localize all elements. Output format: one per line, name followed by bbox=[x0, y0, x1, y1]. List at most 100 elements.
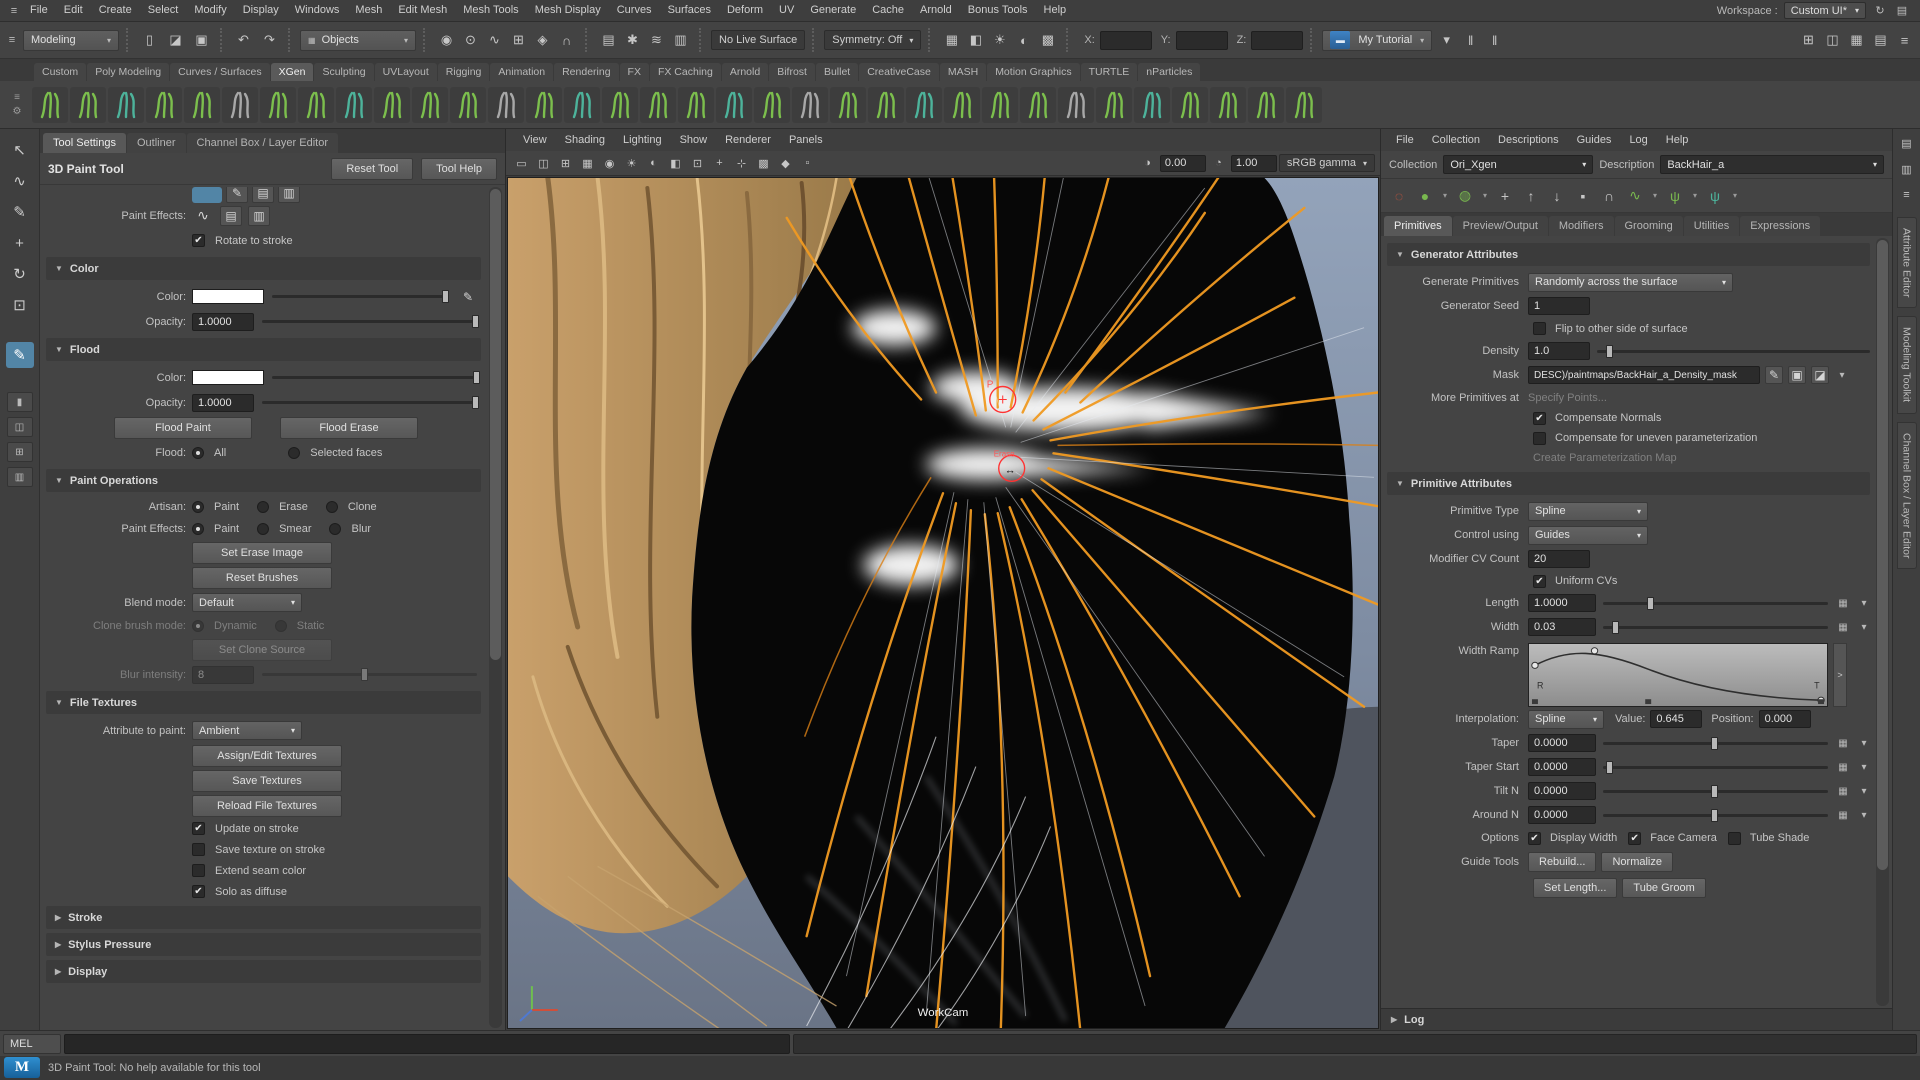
menu-item[interactable]: UV bbox=[771, 0, 802, 21]
shelf-icon[interactable] bbox=[412, 87, 448, 123]
menu-item[interactable]: Deform bbox=[719, 0, 771, 21]
control-using-dropdown[interactable]: Guides ▾ bbox=[1528, 526, 1648, 545]
gamma-icon[interactable]: ◔ bbox=[1208, 153, 1229, 173]
viewport-toolbar-icon[interactable]: ⊞ bbox=[555, 153, 576, 173]
interpolation-dropdown[interactable]: Spline ▾ bbox=[1528, 710, 1604, 729]
paint-effects-tube-icon[interactable]: ▥ bbox=[248, 206, 270, 226]
xgen-menu-item[interactable]: Collection bbox=[1423, 134, 1489, 146]
viewport-menu-item[interactable]: Show bbox=[671, 134, 717, 146]
shelf-icon[interactable] bbox=[1210, 87, 1246, 123]
mask-save-icon[interactable]: ▣ bbox=[1788, 366, 1806, 384]
sidebar-icon[interactable]: ≡ bbox=[1896, 185, 1918, 205]
xgen-menu-item[interactable]: Help bbox=[1657, 134, 1698, 146]
transport-icon[interactable]: ‖ bbox=[1459, 29, 1482, 51]
shelf-tab[interactable]: Rigging bbox=[438, 63, 490, 81]
menu-item[interactable]: Mesh Display bbox=[527, 0, 609, 21]
ramp-expand-button[interactable]: > bbox=[1833, 643, 1847, 707]
set-length-button[interactable]: Set Length... bbox=[1533, 878, 1617, 898]
tool-settings-scrollbar[interactable] bbox=[489, 187, 502, 1028]
menu-item[interactable]: Bonus Tools bbox=[960, 0, 1036, 21]
menu-set-selector[interactable]: Modeling ▾ bbox=[23, 30, 119, 51]
blur-intensity-slider[interactable] bbox=[260, 667, 479, 682]
viewport-menu-item[interactable]: Lighting bbox=[614, 134, 671, 146]
viewport-menu-item[interactable]: Panels bbox=[780, 134, 832, 146]
ramp-position-input[interactable]: 0.000 bbox=[1759, 710, 1811, 728]
primitive-attributes-header[interactable]: ▼ Primitive Attributes bbox=[1387, 472, 1870, 495]
shelf-tab[interactable]: FX bbox=[620, 63, 649, 81]
artisan-clone-radio[interactable] bbox=[326, 501, 338, 513]
shelf-icon[interactable] bbox=[70, 87, 106, 123]
shelf-icon[interactable] bbox=[1058, 87, 1094, 123]
shelf-tab[interactable]: Bullet bbox=[816, 63, 858, 81]
shelf-icon[interactable] bbox=[1020, 87, 1056, 123]
flood-opacity-slider[interactable] bbox=[260, 395, 479, 410]
left-panel-tab[interactable]: Channel Box / Layer Editor bbox=[187, 133, 338, 153]
shelf-icon[interactable] bbox=[1096, 87, 1132, 123]
generator-attributes-header[interactable]: ▼ Generator Attributes bbox=[1387, 243, 1870, 266]
tilt-n-slider[interactable] bbox=[1601, 784, 1830, 799]
xgen-tab[interactable]: Grooming bbox=[1615, 216, 1683, 236]
menu-item[interactable]: Windows bbox=[287, 0, 348, 21]
paint-effects-texture-icon[interactable]: ▤ bbox=[220, 206, 242, 226]
xgen-toolbar-icon[interactable]: ψ bbox=[1703, 184, 1727, 208]
menu-item[interactable]: Display bbox=[235, 0, 287, 21]
tube-shade-checkbox[interactable] bbox=[1728, 832, 1741, 845]
xgen-menu-item[interactable]: Descriptions bbox=[1489, 134, 1568, 146]
snap-icon[interactable]: ⊙ bbox=[459, 29, 482, 51]
blur-intensity-input[interactable]: 8 bbox=[192, 666, 254, 684]
map-icon[interactable]: ▦ bbox=[1835, 759, 1851, 775]
scale-tool-icon[interactable]: ⊡ bbox=[6, 292, 34, 318]
right-sidebar-vertical-tab[interactable]: Channel Box / Layer Editor bbox=[1897, 422, 1917, 570]
viewport-toolbar-icon[interactable]: ◉ bbox=[599, 153, 620, 173]
description-dropdown[interactable]: BackHair_a ▾ bbox=[1660, 155, 1884, 174]
rotate-to-stroke-checkbox[interactable] bbox=[192, 234, 205, 247]
shelf-icon[interactable] bbox=[374, 87, 410, 123]
xgen-tab[interactable]: Utilities bbox=[1684, 216, 1739, 236]
command-output[interactable] bbox=[793, 1034, 1917, 1054]
shelf-tab[interactable]: Sculpting bbox=[314, 63, 373, 81]
x-coordinate-input[interactable] bbox=[1100, 31, 1152, 50]
viewport-toolbar-icon[interactable]: ▭ bbox=[511, 153, 532, 173]
artisan-paint-radio[interactable] bbox=[192, 501, 204, 513]
workspace-reset-icon[interactable]: ↻ bbox=[1872, 4, 1888, 17]
move-tool-icon[interactable]: + bbox=[6, 230, 34, 256]
shelf-tab[interactable]: Poly Modeling bbox=[87, 63, 169, 81]
shelf-icon[interactable] bbox=[640, 87, 676, 123]
shelf-tab[interactable]: MASH bbox=[940, 63, 986, 81]
viewport-menu-item[interactable]: View bbox=[514, 134, 556, 146]
sidebar-toggle-icon[interactable]: ◫ bbox=[1821, 29, 1844, 51]
shelf-icon[interactable] bbox=[1172, 87, 1208, 123]
left-panel-tab[interactable]: Outliner bbox=[127, 133, 186, 153]
xgen-toolbar-icon[interactable]: ● bbox=[1413, 184, 1437, 208]
snap-icon[interactable]: ⊞ bbox=[507, 29, 530, 51]
xgen-toolbar-icon[interactable]: ▾ bbox=[1439, 184, 1451, 208]
menu-item[interactable]: Modify bbox=[186, 0, 234, 21]
sidebar-icon[interactable]: ▥ bbox=[1896, 159, 1918, 179]
viewport-menu-item[interactable]: Shading bbox=[556, 134, 614, 146]
gamma-input[interactable]: 1.00 bbox=[1231, 155, 1277, 172]
sidebar-toggle-icon[interactable]: ▤ bbox=[1869, 29, 1892, 51]
flood-color-slider[interactable] bbox=[270, 370, 479, 385]
render-icon[interactable]: ▦ bbox=[940, 29, 963, 51]
symmetry-selector[interactable]: Symmetry: Off ▾ bbox=[824, 30, 921, 50]
shelf-icon[interactable] bbox=[716, 87, 752, 123]
shelf-tab[interactable]: FX Caching bbox=[650, 63, 721, 81]
render-icon[interactable]: ☀ bbox=[988, 29, 1011, 51]
shelf-icon[interactable] bbox=[1248, 87, 1284, 123]
rotate-tool-icon[interactable]: ↻ bbox=[6, 261, 34, 287]
extend-seam-color-checkbox[interactable] bbox=[192, 864, 205, 877]
update-on-stroke-checkbox[interactable] bbox=[192, 822, 205, 835]
snap-icon[interactable]: ◈ bbox=[531, 29, 554, 51]
shelf-icon[interactable] bbox=[944, 87, 980, 123]
flood-erase-button[interactable]: Flood Erase bbox=[280, 417, 418, 439]
brush-profile-icon[interactable]: ▥ bbox=[278, 187, 300, 203]
save-scene-icon[interactable]: ▣ bbox=[190, 29, 213, 51]
flood-section-header[interactable]: ▼ Flood bbox=[46, 338, 481, 361]
shelf-icon[interactable] bbox=[564, 87, 600, 123]
history-icon[interactable]: ▤ bbox=[597, 29, 620, 51]
clone-static-radio[interactable] bbox=[275, 620, 287, 632]
face-camera-checkbox[interactable] bbox=[1628, 832, 1641, 845]
menu-item[interactable]: Surfaces bbox=[660, 0, 719, 21]
taper-start-slider[interactable] bbox=[1601, 760, 1830, 775]
xgen-tab[interactable]: Primitives bbox=[1384, 216, 1452, 236]
